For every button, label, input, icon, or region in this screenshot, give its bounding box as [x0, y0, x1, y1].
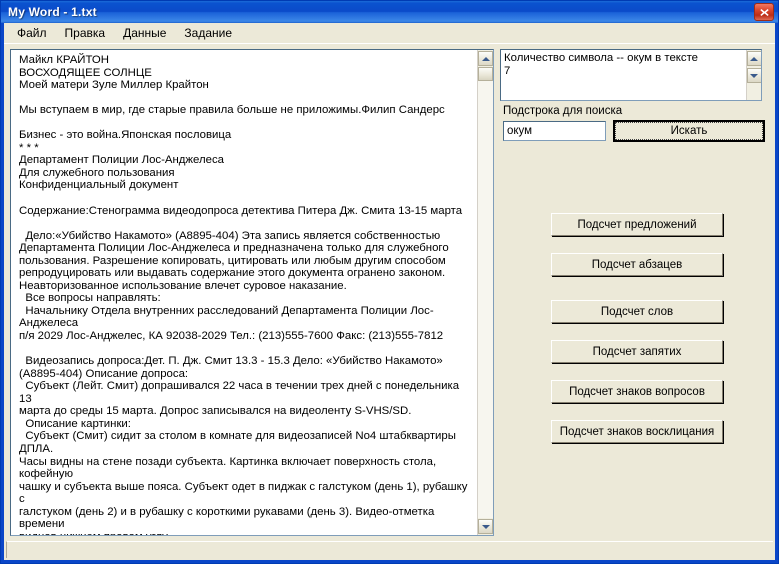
status-bar	[6, 541, 773, 558]
scroll-down-button[interactable]	[478, 519, 493, 534]
menu-item-task[interactable]: Задание	[175, 24, 241, 42]
chevron-up-icon	[481, 56, 490, 61]
menu-item-edit[interactable]: Правка	[56, 24, 115, 42]
document-text[interactable]: Майкл КРАЙТОН ВОСХОДЯЩЕЕ СОЛНЦЕ Моей мат…	[11, 50, 477, 535]
result-output-text: Количество символа -- окум в тексте 7	[504, 52, 699, 77]
tools-panel: Количество символа -- окум в тексте 7 По…	[498, 49, 775, 536]
client-area: Майкл КРАЙТОН ВОСХОДЯЩЕЕ СОЛНЦЕ Моей мат…	[4, 43, 775, 560]
search-input[interactable]	[503, 121, 606, 141]
scroll-track[interactable]	[478, 81, 493, 518]
search-field-label: Подстрока для поиска	[503, 105, 623, 117]
search-button-label: Искать	[615, 122, 763, 140]
result-scrollbar[interactable]	[746, 50, 761, 100]
scroll-thumb[interactable]	[478, 67, 493, 81]
chevron-down-icon	[750, 73, 758, 78]
count-sentences-button[interactable]: Подсчет предложений	[551, 213, 723, 236]
count-commas-button[interactable]: Подсчет запятих	[551, 340, 723, 363]
chevron-up-icon	[750, 56, 758, 61]
count-paragraphs-button[interactable]: Подсчет абзацев	[551, 253, 723, 276]
search-button[interactable]: Искать	[613, 120, 765, 142]
count-words-button[interactable]: Подсчет слов	[551, 300, 723, 323]
close-icon	[759, 8, 769, 16]
title-bar: My Word - 1.txt	[1, 1, 778, 23]
menu-bar: Файл Правка Данные Задание	[4, 23, 775, 43]
menu-item-file[interactable]: Файл	[8, 24, 56, 42]
document-text-pane[interactable]: Майкл КРАЙТОН ВОСХОДЯЩЕЕ СОЛНЦЕ Моей мат…	[10, 49, 494, 536]
result-scroll-up-button[interactable]	[746, 51, 761, 66]
application-window: My Word - 1.txt Файл Правка Данные Задан…	[0, 0, 779, 564]
close-button[interactable]	[754, 3, 774, 21]
count-exclamation-marks-button[interactable]: Подсчет знаков восклицания	[551, 420, 723, 443]
document-scrollbar[interactable]	[477, 50, 493, 535]
result-output-box[interactable]: Количество символа -- окум в тексте 7	[500, 49, 762, 101]
scroll-up-button[interactable]	[478, 51, 493, 66]
result-scroll-down-button[interactable]	[746, 68, 761, 83]
count-question-marks-button[interactable]: Подсчет знаков вопросов	[551, 380, 723, 403]
window-title: My Word - 1.txt	[8, 5, 97, 19]
menu-item-data[interactable]: Данные	[114, 24, 175, 42]
chevron-down-icon	[481, 524, 490, 529]
